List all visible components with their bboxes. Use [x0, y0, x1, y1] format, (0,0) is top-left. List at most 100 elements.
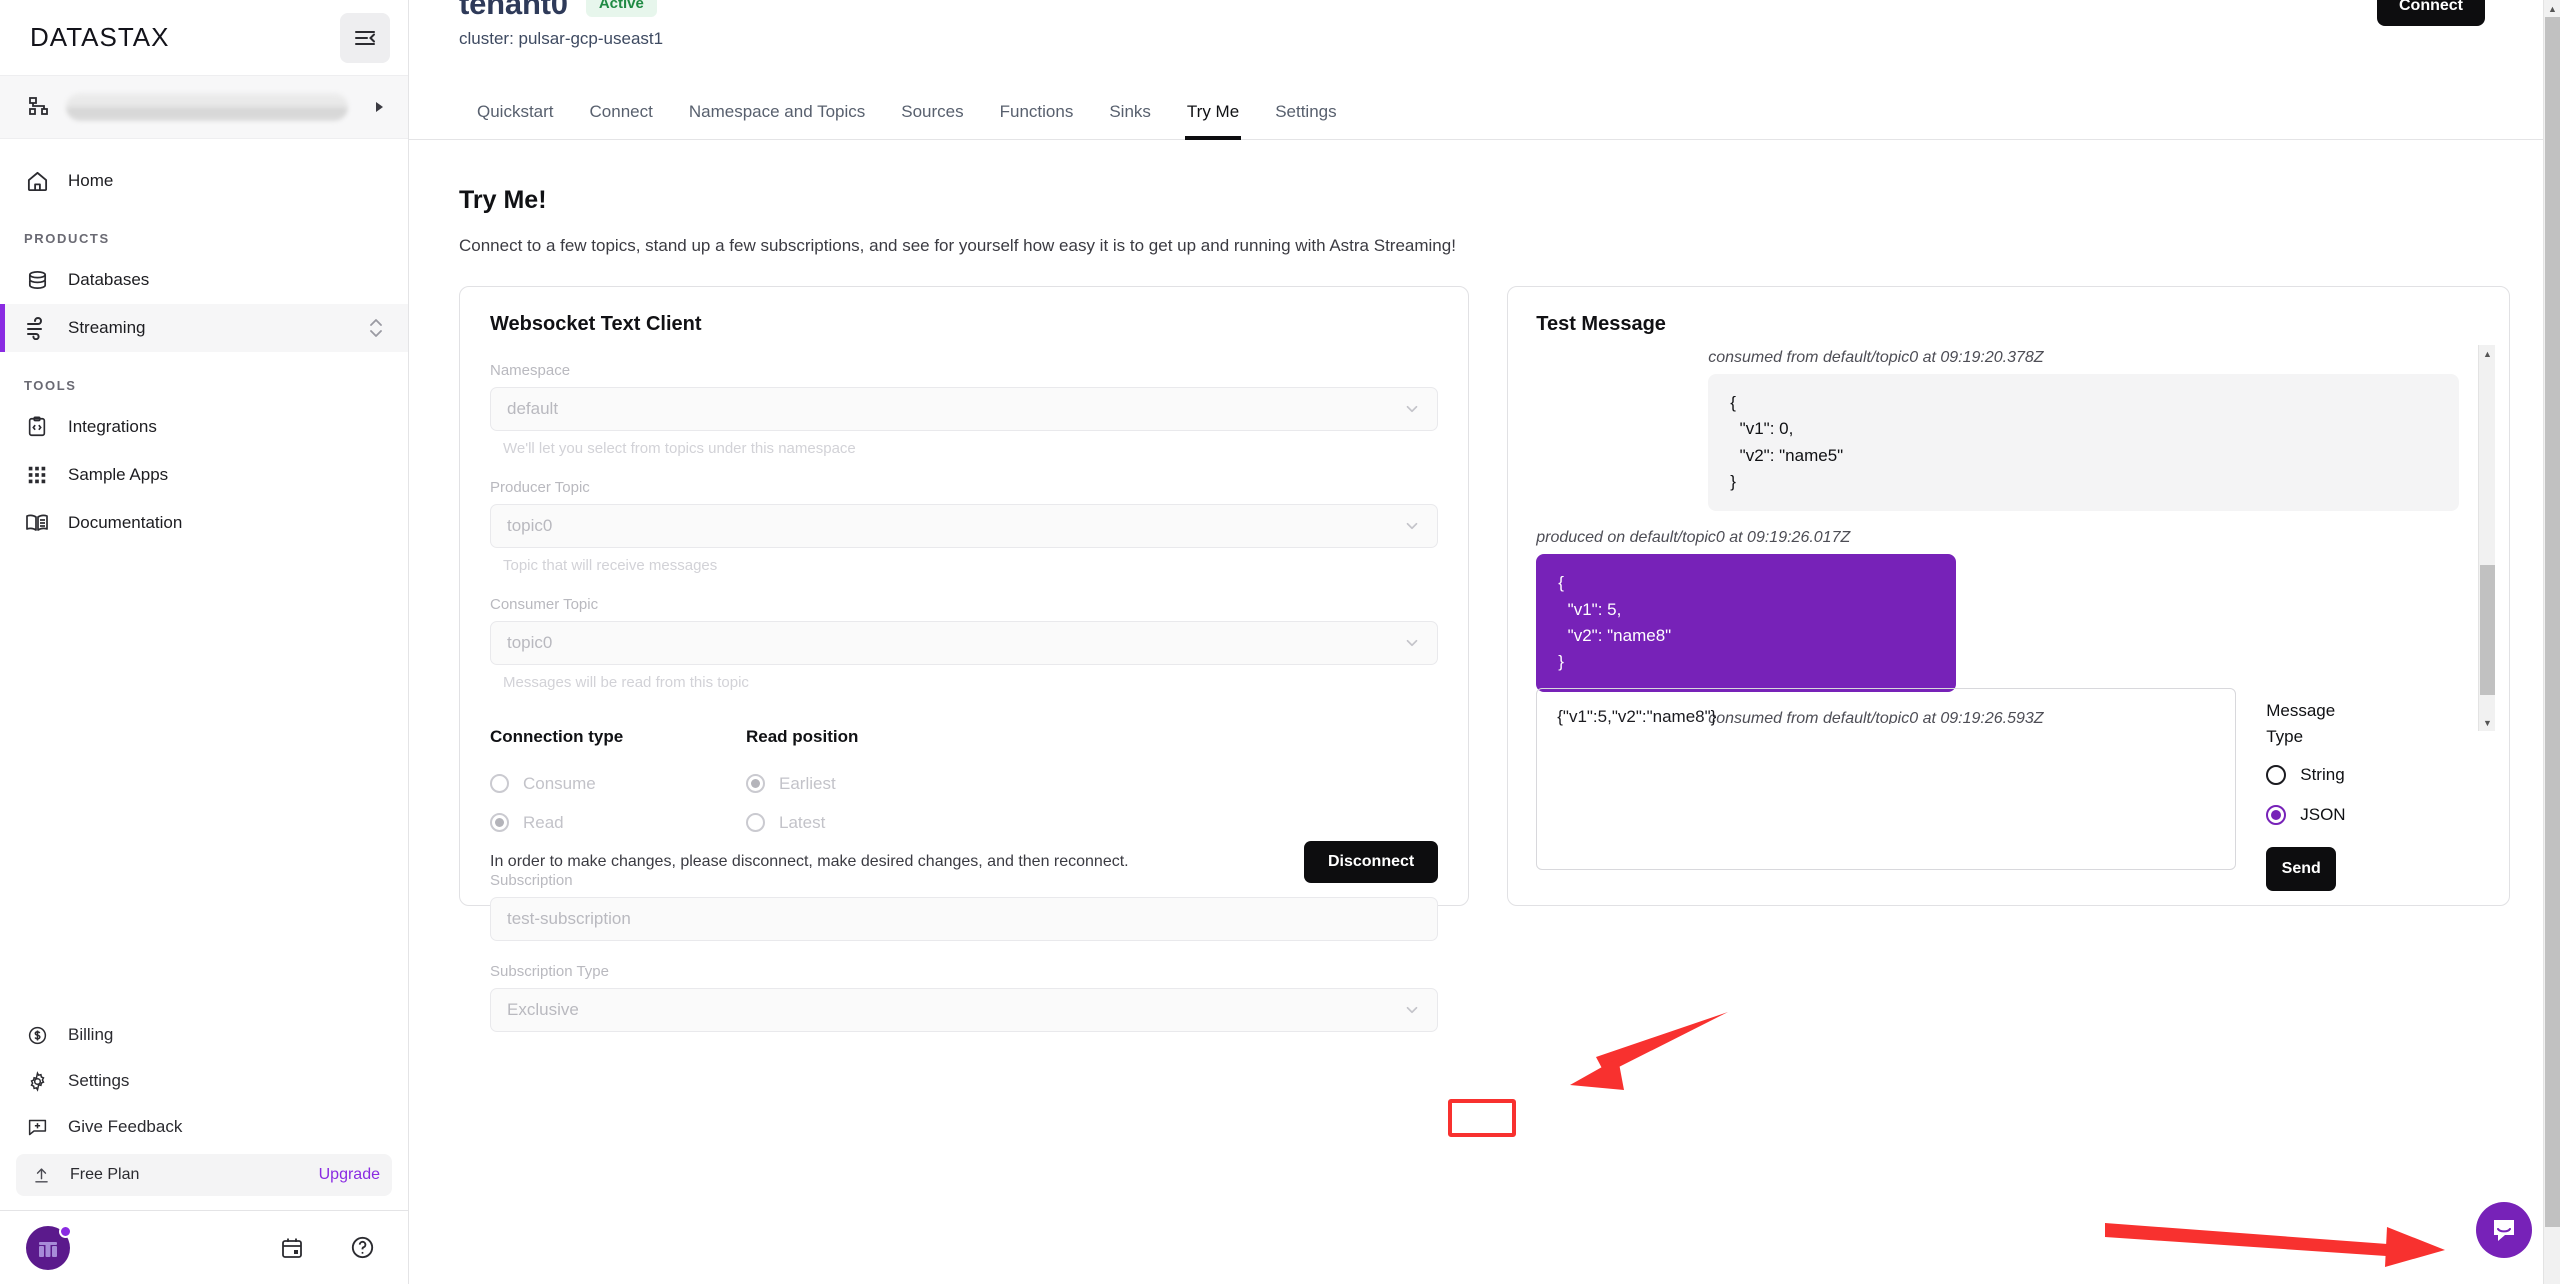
- database-icon: [24, 267, 50, 293]
- message-type-string[interactable]: String: [2266, 765, 2446, 785]
- producer-topic-value: topic0: [507, 516, 553, 535]
- org-selector[interactable]: [0, 75, 408, 139]
- org-icon: [28, 95, 52, 119]
- chat-bubble-icon[interactable]: [2476, 1202, 2532, 1258]
- page-scrollbar[interactable]: ▲: [2543, 0, 2560, 1284]
- subscription-value: test-subscription: [507, 909, 631, 928]
- radio-icon: [746, 813, 765, 832]
- subscription-type-select[interactable]: Exclusive: [490, 988, 1439, 1032]
- upgrade-link[interactable]: Upgrade: [319, 1166, 380, 1184]
- gear-icon: [24, 1068, 50, 1094]
- field-help: We'll let you select from topics under t…: [503, 440, 856, 457]
- sidebar-item-label: Home: [68, 171, 114, 190]
- disconnect-button[interactable]: Disconnect: [1303, 841, 1439, 883]
- field-label: Subscription Type: [490, 963, 609, 980]
- connect-button[interactable]: Connect: [2377, 0, 2485, 26]
- radio-icon-selected: [746, 774, 765, 793]
- tab-sinks[interactable]: Sinks: [1091, 102, 1169, 139]
- sidebar: DATASTAX Home PRODUCTS Databases Streami…: [0, 0, 409, 1284]
- sidebar-item-label: Integrations: [68, 417, 157, 436]
- dollar-circle-icon: [24, 1022, 50, 1048]
- radio-earliest[interactable]: Earliest: [746, 764, 1002, 803]
- message-list: consumed from default/topic0 at 09:19:20…: [1508, 349, 2509, 724]
- tab-functions[interactable]: Functions: [982, 102, 1092, 139]
- card-title: Test Message: [1536, 313, 1666, 335]
- producer-topic-select[interactable]: topic0: [490, 504, 1439, 548]
- book-icon: [24, 510, 50, 536]
- subscription-type-value: Exclusive: [507, 1000, 579, 1019]
- radio-icon: [490, 774, 509, 793]
- sidebar-item-sample-apps[interactable]: Sample Apps: [0, 451, 408, 499]
- free-plan-row[interactable]: Free Plan Upgrade: [16, 1154, 392, 1196]
- sidebar-item-settings[interactable]: Settings: [0, 1058, 408, 1104]
- tab-sources[interactable]: Sources: [883, 102, 981, 139]
- subscription-input[interactable]: test-subscription: [490, 897, 1439, 941]
- sidebar-item-give-feedback[interactable]: Give Feedback: [0, 1104, 408, 1150]
- group-heading: Read position: [746, 727, 859, 746]
- datastax-logo: DATASTAX: [30, 22, 170, 52]
- sidebar-item-billing[interactable]: Billing: [0, 1012, 408, 1058]
- radio-label: JSON: [2300, 805, 2346, 824]
- field-label: Producer Topic: [490, 479, 590, 496]
- sidebar-bottom-nav: Billing Settings Give Feedback Free Plan…: [0, 1012, 408, 1210]
- message-item: consumed from default/topic0 at 09:19:20…: [1536, 349, 2463, 512]
- consumer-topic-value: topic0: [507, 633, 553, 652]
- sidebar-item-databases[interactable]: Databases: [0, 256, 408, 304]
- sidebar-item-label: Give Feedback: [68, 1117, 183, 1136]
- connection-type-group: Connection type Consume Read: [490, 727, 746, 842]
- sidebar-item-documentation[interactable]: Documentation: [0, 499, 408, 547]
- field-label: Consumer Topic: [490, 596, 599, 613]
- tab-connect[interactable]: Connect: [572, 102, 671, 139]
- consumer-topic-select[interactable]: topic0: [490, 621, 1439, 665]
- tab-settings[interactable]: Settings: [1257, 102, 1354, 139]
- radio-groups: Connection type Consume Read Read positi…: [490, 727, 1438, 842]
- radio-label: String: [2300, 765, 2345, 784]
- radio-latest[interactable]: Latest: [746, 803, 1002, 842]
- help-circle-icon[interactable]: [342, 1228, 382, 1268]
- sidebar-header: DATASTAX: [0, 0, 408, 75]
- sidebar-item-integrations[interactable]: Integrations: [0, 403, 408, 451]
- radio-icon: [2266, 765, 2287, 785]
- sidebar-footer: [0, 1210, 408, 1284]
- tab-quickstart[interactable]: Quickstart: [459, 102, 572, 139]
- section-title: Try Me!: [459, 186, 547, 214]
- field-help: Messages will be read from this topic: [503, 674, 749, 691]
- sidebar-item-streaming[interactable]: Streaming: [0, 304, 408, 352]
- sidebar-item-home[interactable]: Home: [0, 157, 408, 205]
- scrollbar-thumb[interactable]: [2480, 565, 2495, 695]
- message-list-scrollbar[interactable]: ▲ ▼: [2478, 345, 2495, 731]
- disconnect-row: In order to make changes, please disconn…: [490, 841, 1439, 883]
- section-subtitle: Connect to a few topics, stand up a few …: [459, 236, 1456, 255]
- sidebar-section-products: PRODUCTS: [24, 231, 110, 246]
- home-icon: [24, 168, 50, 194]
- avatar[interactable]: [26, 1224, 72, 1270]
- scrollbar-thumb[interactable]: [2545, 17, 2560, 1227]
- chevron-down-icon: [1403, 1001, 1421, 1019]
- message-type-panel: Message Type String JSON Send: [2236, 688, 2446, 891]
- group-heading: Connection type: [490, 727, 624, 746]
- calendar-icon[interactable]: [272, 1228, 312, 1268]
- tab-namespace-and-topics[interactable]: Namespace and Topics: [671, 102, 883, 139]
- main-content: tenant0 Active cluster: pulsar-gcp-useas…: [409, 0, 2560, 1284]
- scroll-up-arrow-icon[interactable]: ▲: [2479, 345, 2496, 362]
- disconnect-note: In order to make changes, please disconn…: [490, 853, 1129, 870]
- radio-consume[interactable]: Consume: [490, 764, 746, 803]
- chevron-down-icon: [1403, 634, 1421, 652]
- namespace-select[interactable]: default: [490, 387, 1439, 431]
- scroll-up-arrow-icon[interactable]: ▲: [2544, 0, 2560, 17]
- sidebar-item-label: Settings: [68, 1071, 130, 1090]
- chevron-down-icon: [1403, 400, 1421, 418]
- radio-read[interactable]: Read: [490, 803, 746, 842]
- expand-collapse-icon[interactable]: [368, 317, 384, 339]
- radio-icon-selected: [2266, 805, 2287, 825]
- send-button[interactable]: Send: [2266, 847, 2337, 891]
- field-label: Namespace: [490, 362, 571, 379]
- collapse-sidebar-icon[interactable]: [340, 12, 390, 63]
- notification-dot: [59, 1224, 72, 1238]
- sidebar-item-label: Streaming: [68, 318, 146, 337]
- plan-label: Free Plan: [70, 1166, 140, 1183]
- topbar: tenant0 Active cluster: pulsar-gcp-useas…: [409, 0, 2560, 74]
- message-input[interactable]: {"v1":5,"v2":"name8"}: [1536, 688, 2237, 870]
- tab-try-me[interactable]: Try Me: [1169, 102, 1257, 140]
- message-type-json[interactable]: JSON: [2266, 805, 2446, 825]
